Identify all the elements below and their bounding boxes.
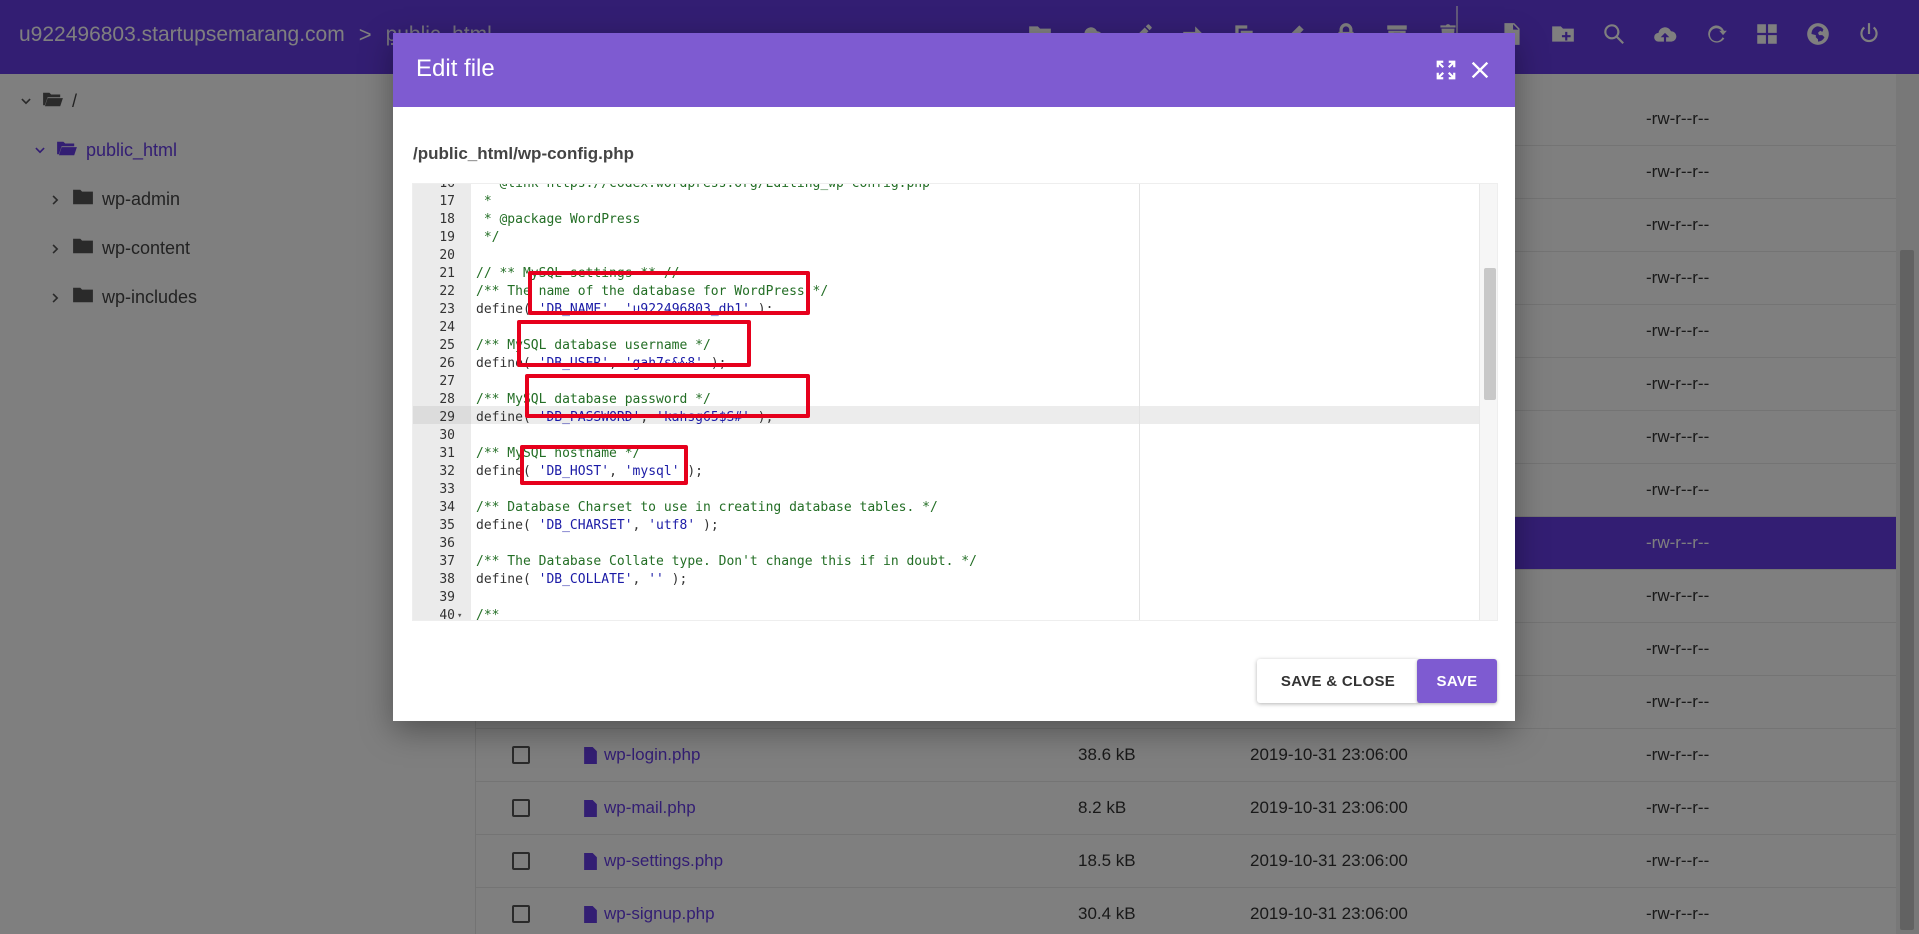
code-token: , [632, 572, 649, 587]
line-number: 31 [439, 446, 455, 461]
code-line[interactable]: 18 * @package WordPress [413, 211, 1479, 229]
line-number: 18 [439, 212, 455, 227]
code-token: 'DB_COLLATE' [538, 572, 633, 587]
code-line[interactable]: 35 define( 'DB_CHARSET', 'utf8' ); [413, 517, 1479, 535]
code-token: /** The Database Collate type. Don't cha… [476, 554, 977, 569]
code-line[interactable]: 38 define( 'DB_COLLATE', '' ); [413, 571, 1479, 589]
code-token: /** Database Charset to use in creating … [476, 500, 938, 515]
line-number: 38 [439, 572, 455, 587]
code-line[interactable]: 19 */ [413, 229, 1479, 247]
code-token: ); [695, 518, 719, 533]
code-line[interactable]: 30 [413, 427, 1479, 445]
highlight-box-db-password [525, 374, 810, 418]
code-token: /** [476, 608, 500, 621]
line-number: 26 [439, 356, 455, 371]
fold-arrow-icon[interactable]: ▾ [457, 607, 462, 620]
line-number: 21 [439, 266, 455, 281]
code-text: * [476, 193, 492, 211]
dialog-title: Edit file [416, 55, 495, 82]
save-and-close-button[interactable]: SAVE & CLOSE [1257, 659, 1419, 703]
line-number: 39 [439, 590, 455, 605]
close-icon[interactable] [1465, 55, 1495, 85]
code-text: */ [476, 229, 500, 247]
line-number: 16 [439, 183, 455, 191]
line-number: 40 [439, 608, 455, 621]
code-line[interactable]: 40 ▾ /** [413, 607, 1479, 621]
code-token: , [632, 518, 649, 533]
line-number: 34 [439, 500, 455, 515]
line-number: 17 [439, 194, 455, 209]
line-number: 36 [439, 536, 455, 551]
dialog-header: Edit file [393, 33, 1515, 107]
line-number: 30 [439, 428, 455, 443]
code-token: define( [476, 518, 539, 533]
code-token: ); [663, 572, 688, 587]
code-text: define( 'DB_CHARSET', 'utf8' ); [476, 517, 719, 535]
code-line[interactable]: 16 * @link https://codex.wordpress.org/E… [413, 183, 1479, 193]
fullscreen-icon[interactable] [1431, 55, 1461, 85]
editor-scrollbar-thumb[interactable] [1484, 268, 1496, 400]
code-line[interactable]: 20 [413, 247, 1479, 265]
edit-file-dialog: Edit file /public_html/wp-config.php 16 … [393, 33, 1515, 721]
code-token: * @package WordPress [476, 212, 641, 227]
line-number: 33 [439, 482, 455, 497]
code-text: /** The Database Collate type. Don't cha… [476, 553, 977, 571]
code-text: /** Database Charset to use in creating … [476, 499, 938, 517]
highlight-box-db-host [520, 445, 688, 485]
line-number: 20 [439, 248, 455, 263]
line-number: 27 [439, 374, 455, 389]
line-number: 37 [439, 554, 455, 569]
code-text: /** [476, 607, 500, 621]
code-token: * [476, 194, 492, 209]
highlight-box-db-user [517, 320, 751, 367]
editor-scrollbar[interactable] [1479, 184, 1497, 620]
code-token: 'utf8' [648, 518, 696, 533]
line-number: 29 [439, 410, 455, 425]
code-token: '' [648, 572, 664, 587]
code-token: 'DB_CHARSET' [538, 518, 633, 533]
code-line[interactable]: 17 * [413, 193, 1479, 211]
line-number: 32 [439, 464, 455, 479]
save-button[interactable]: SAVE [1417, 659, 1497, 703]
code-text: define( 'DB_COLLATE', '' ); [476, 571, 687, 589]
line-number: 19 [439, 230, 455, 245]
line-number: 25 [439, 338, 455, 353]
line-number: 22 [439, 284, 455, 299]
code-text: * @package WordPress [476, 211, 641, 229]
code-line[interactable]: 34 /** Database Charset to use in creatin… [413, 499, 1479, 517]
file-path: /public_html/wp-config.php [413, 144, 634, 163]
line-number: 35 [439, 518, 455, 533]
code-token: * @link https://codex.wordpress.org/Edit… [476, 183, 930, 191]
highlight-box-db-name [528, 271, 810, 315]
code-text: * @link https://codex.wordpress.org/Edit… [476, 183, 930, 193]
code-token: */ [476, 230, 500, 245]
line-number: 23 [439, 302, 455, 317]
code-line[interactable]: 37 /** The Database Collate type. Don't c… [413, 553, 1479, 571]
code-token: define( [476, 572, 539, 587]
code-line[interactable]: 36 [413, 535, 1479, 553]
line-number: 28 [439, 392, 455, 407]
code-line[interactable]: 39 [413, 589, 1479, 607]
line-number: 24 [439, 320, 455, 335]
